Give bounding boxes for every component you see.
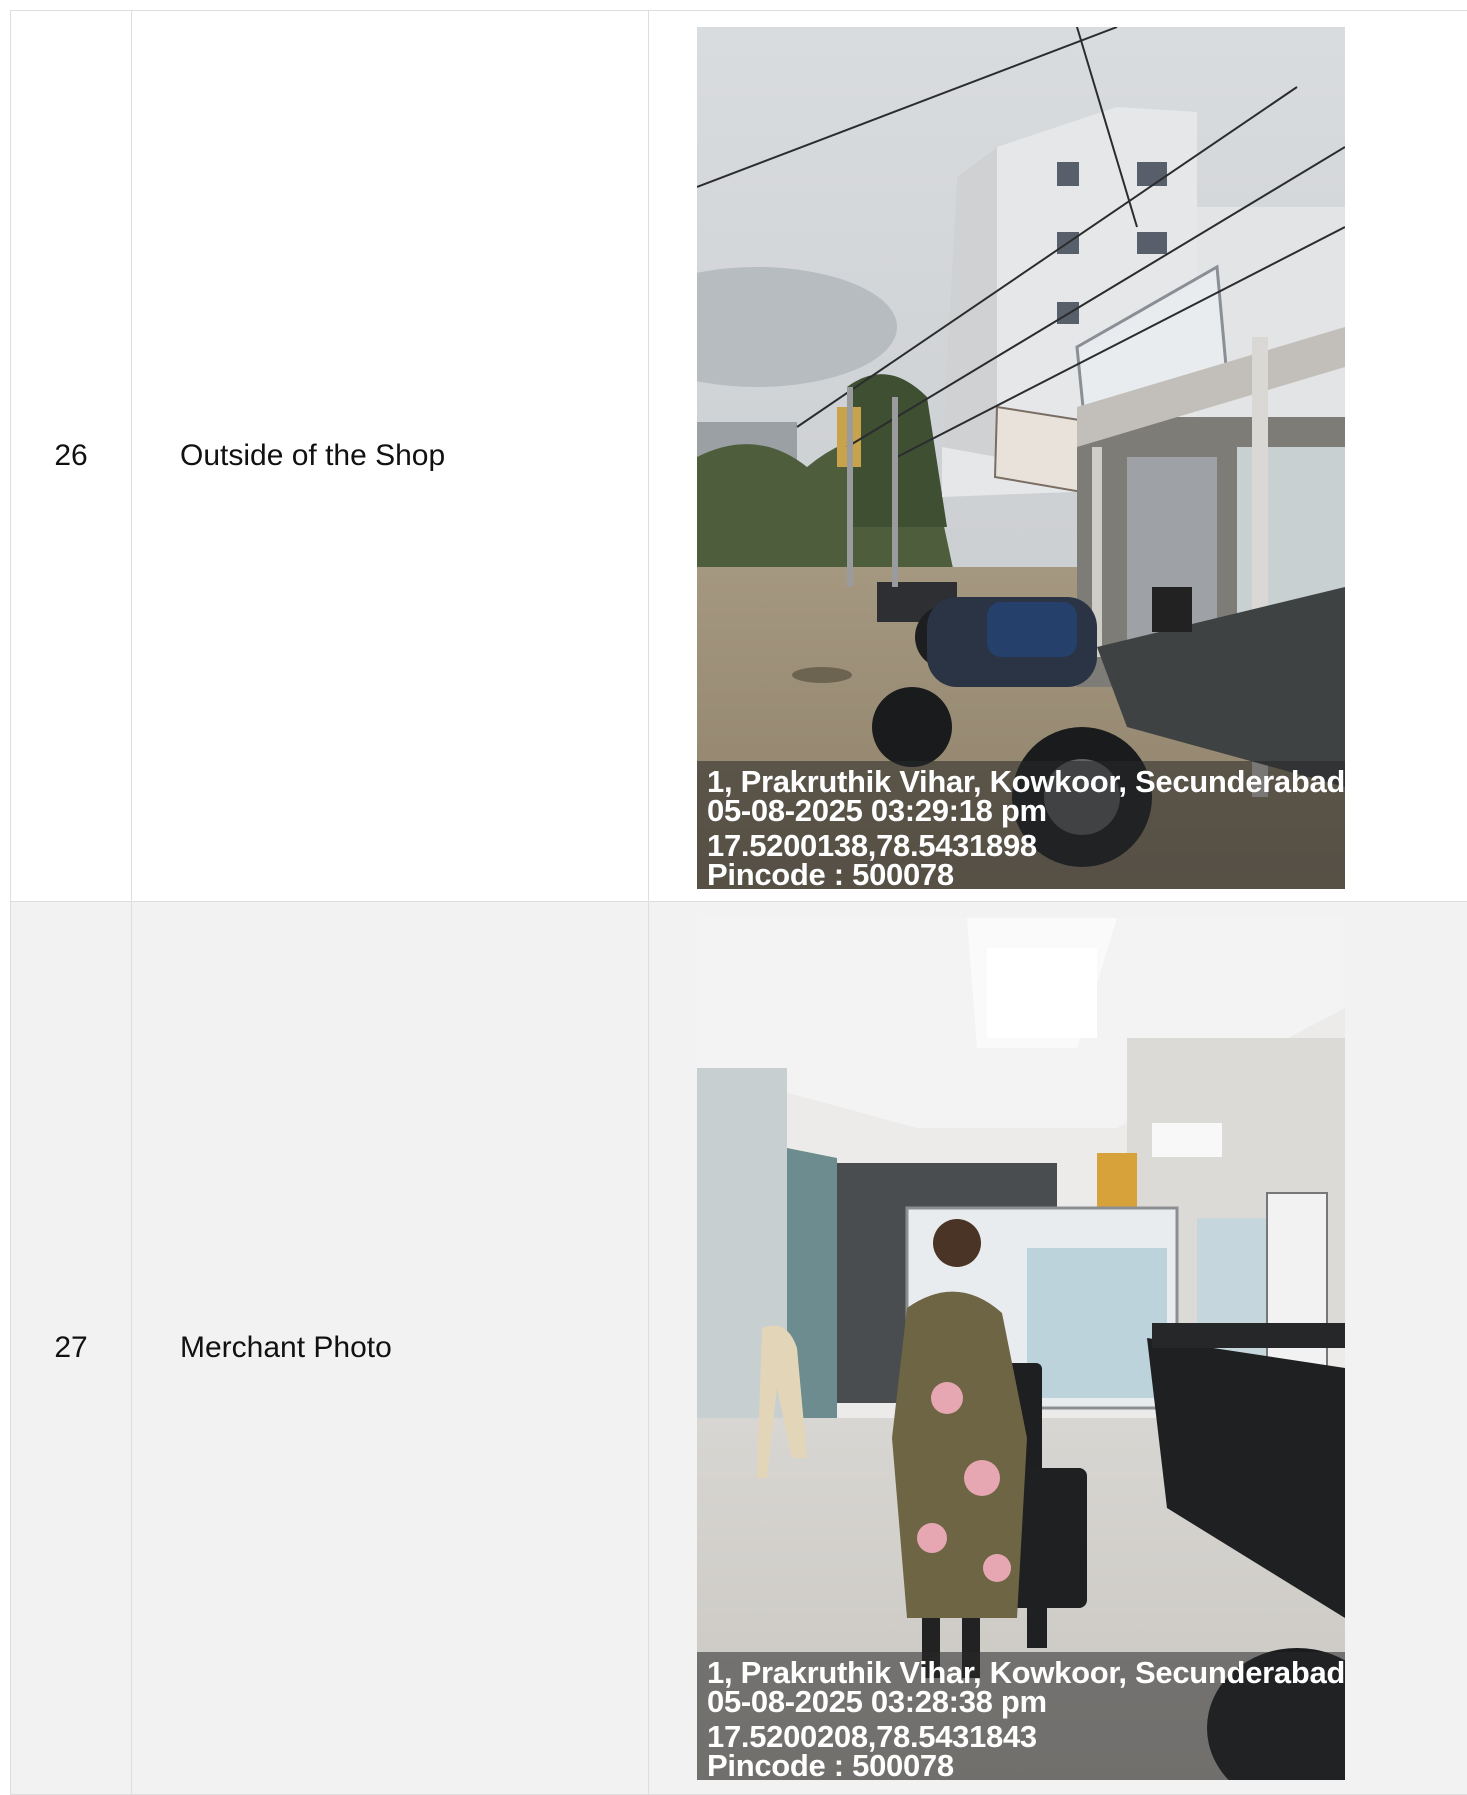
row-number: 27 [11,902,132,1795]
merchant-image [697,918,1345,1780]
stamp-coordinates: 17.5200208,78.5431843 [707,1722,1345,1751]
storefront-photo: 1, Prakruthik Vihar, Kowkoor, Secunderab… [697,27,1345,889]
photo-cell: 1, Prakruthik Vihar, Kowkoor, Secunderab… [649,902,1467,1795]
photo-evidence-table: 26 Outside of the Shop [10,10,1467,1795]
row-label: Outside of the Shop [132,11,649,902]
stamp-address: 1, Prakruthik Vihar, Kowkoor, Secunderab… [707,1658,1345,1687]
table-row: 27 Merchant Photo [11,902,1467,1795]
stamp-coordinates: 17.5200138,78.5431898 [707,831,1345,860]
stamp-pincode: Pincode : 500078 [707,1751,1345,1780]
photo-cell: 1, Prakruthik Vihar, Kowkoor, Secunderab… [649,11,1467,902]
row-number: 26 [11,11,132,902]
geo-stamp-overlay: 1, Prakruthik Vihar, Kowkoor, Secunderab… [697,1652,1345,1780]
stamp-address: 1, Prakruthik Vihar, Kowkoor, Secunderab… [707,767,1345,796]
geo-stamp-overlay: 1, Prakruthik Vihar, Kowkoor, Secunderab… [697,761,1345,889]
stamp-datetime: 05-08-2025 03:29:18 pm [707,796,1345,825]
stamp-datetime: 05-08-2025 03:28:38 pm [707,1687,1345,1716]
row-label: Merchant Photo [132,902,649,1795]
storefront-image [697,27,1345,889]
table-row: 26 Outside of the Shop [11,11,1467,902]
merchant-photo: 1, Prakruthik Vihar, Kowkoor, Secunderab… [697,918,1345,1780]
stamp-pincode: Pincode : 500078 [707,860,1345,889]
